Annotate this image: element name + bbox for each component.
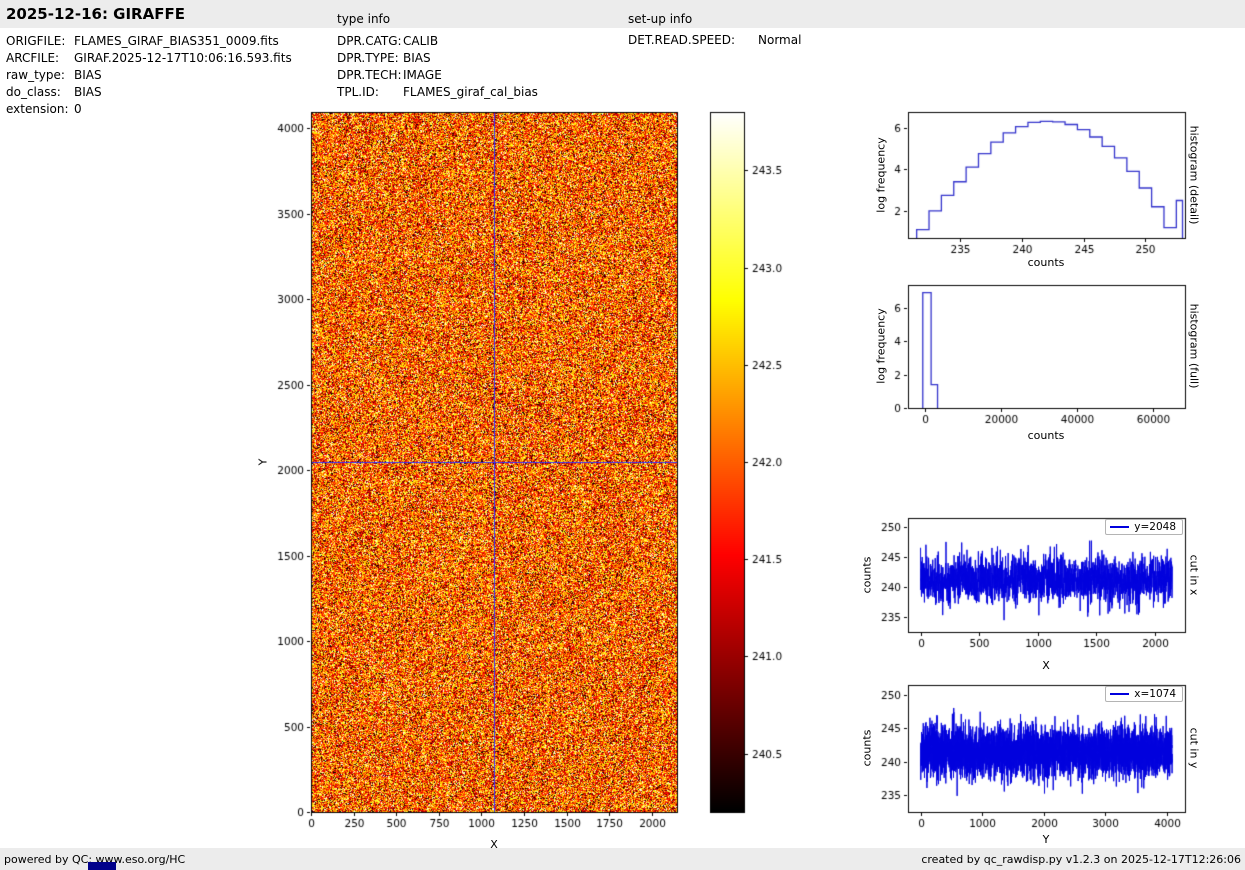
hist-full-side-label: histogram (full) xyxy=(1187,303,1201,389)
meta-label-extension: extension: xyxy=(6,102,69,116)
meta-value-tpl-id: FLAMES_giraf_cal_bias xyxy=(403,85,538,99)
histogram-full-plot xyxy=(858,275,1208,430)
meta-value-dpr-catg: CALIB xyxy=(403,34,439,48)
meta-label-dpr-type: DPR.TYPE: xyxy=(337,51,399,65)
meta-label-raw-type: raw_type: xyxy=(6,68,65,82)
meta-label-arcfile: ARCFILE: xyxy=(6,51,60,65)
histogram-detail-plot xyxy=(858,102,1208,262)
cut-x-side-label: cut in x xyxy=(1187,554,1201,596)
setup-info-heading: set-up info xyxy=(628,12,693,26)
cut-y-side-label: cut in y xyxy=(1187,727,1201,769)
cut-x-ylabel: counts xyxy=(860,556,874,594)
meta-value-arcfile: GIRAF.2025-12-17T10:06:16.593.fits xyxy=(74,51,292,65)
meta-label-tpl-id: TPL.ID: xyxy=(337,85,379,99)
meta-label-origfile: ORIGFILE: xyxy=(6,34,66,48)
meta-value-read-speed: Normal xyxy=(758,33,802,47)
legend-line-icon xyxy=(1110,526,1130,528)
meta-label-do-class: do_class: xyxy=(6,85,61,99)
page-title: 2025-12-16: GIRAFFE xyxy=(6,5,185,23)
cut-y-ylabel: counts xyxy=(860,729,874,767)
meta-value-origfile: FLAMES_GIRAF_BIAS351_0009.fits xyxy=(74,34,279,48)
footer-bar: powered by QC: www.eso.org/HC created by… xyxy=(0,848,1245,870)
meta-value-do-class: BIAS xyxy=(74,85,102,99)
meta-value-raw-type: BIAS xyxy=(74,68,102,82)
bottom-accent-strip xyxy=(88,862,116,870)
footer-created-by: created by qc_rawdisp.py v1.2.3 on 2025-… xyxy=(921,853,1241,866)
meta-value-dpr-tech: IMAGE xyxy=(403,68,442,82)
legend-line-icon xyxy=(1110,693,1130,695)
main-ylabel: Y xyxy=(256,458,270,466)
qc-report-page: 2025-12-16: GIRAFFE type info set-up inf… xyxy=(0,0,1245,870)
cut-x-legend: y=2048 xyxy=(1105,519,1183,535)
colorbar xyxy=(705,102,815,832)
hist-detail-xlabel: counts xyxy=(1027,256,1065,269)
meta-label-dpr-tech: DPR.TECH: xyxy=(337,68,402,82)
hist-detail-ylabel: log frequency xyxy=(874,137,888,213)
bias-frame-image xyxy=(261,102,711,847)
type-info-heading: type info xyxy=(337,12,391,26)
cut-x-xlabel: X xyxy=(1042,659,1050,672)
cut-y-xlabel: Y xyxy=(1042,833,1050,846)
cut-y-legend-label: x=1074 xyxy=(1134,688,1176,700)
meta-value-dpr-type: BIAS xyxy=(403,51,431,65)
hist-full-xlabel: counts xyxy=(1027,429,1065,442)
cut-y-legend: x=1074 xyxy=(1105,686,1183,702)
cut-x-legend-label: y=2048 xyxy=(1134,521,1176,533)
meta-value-extension: 0 xyxy=(74,102,82,116)
top-bar xyxy=(0,0,1245,28)
hist-detail-side-label: histogram (detail) xyxy=(1187,125,1201,225)
meta-label-dpr-catg: DPR.CATG: xyxy=(337,34,402,48)
meta-label-read-speed: DET.READ.SPEED: xyxy=(628,33,736,47)
hist-full-ylabel: log frequency xyxy=(874,308,888,384)
